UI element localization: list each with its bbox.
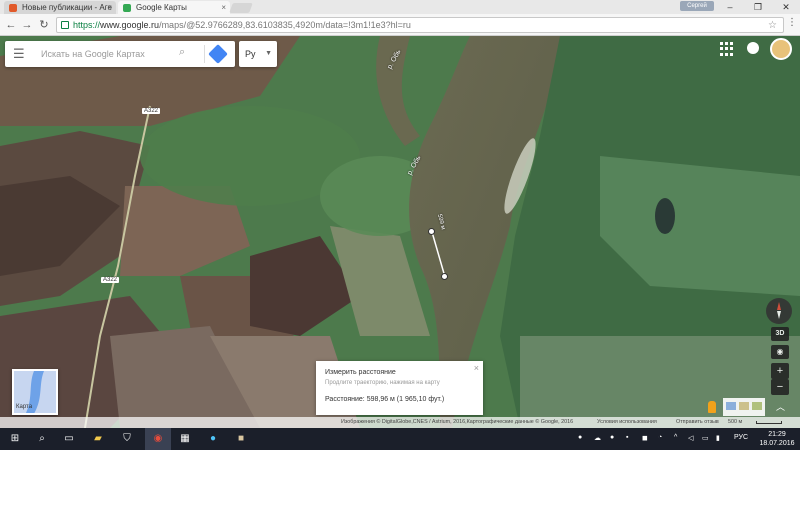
browser-toolbar: ← → ↻ https://www.google.ru/maps/@52.976… [0,14,800,36]
tab-close-icon[interactable]: × [221,1,226,14]
file-explorer-icon[interactable]: ▰ [91,432,105,446]
road-label: А322 [142,108,161,114]
scale-label: 500 м [728,419,743,425]
calculator-icon[interactable]: ▦ [178,432,192,446]
battery-icon[interactable]: ▮ [716,434,720,442]
zoom-in-button[interactable]: + [771,363,789,379]
layer-thumbnail[interactable] [752,402,762,410]
scale-bar [756,421,782,424]
address-bar[interactable]: https://www.google.ru/maps/@52.9766289,8… [56,17,784,33]
zoom-out-button[interactable]: − [771,379,789,395]
tab-favicon-icon [123,4,131,12]
language-label: Ру [245,49,256,59]
store-icon[interactable]: ⛉ [120,432,134,446]
menu-hamburger-icon[interactable]: ☰ [13,47,25,61]
imagery-attribution: Изображения © DigitalGlobe,CNES / Astriu… [341,419,574,425]
measure-start-point[interactable] [428,228,435,235]
layer-thumbnail[interactable] [739,402,749,410]
url-text: https://www.google.ru/maps/@52.9766289,8… [73,20,411,30]
tab-close-icon[interactable]: × [107,1,112,14]
volume-icon[interactable]: ◁ [688,434,693,442]
measure-distance-value: Расстояние: 598,96 м (1 965,10 фут.) [325,396,445,403]
feedback-link[interactable]: Отправить отзыв [676,417,719,428]
tab-google-maps[interactable]: Google Карты × [118,1,230,14]
chrome-menu-icon[interactable]: ⋮ [787,17,797,28]
clock-date: 18.07.2016 [759,440,795,447]
map-attribution: Изображения © DigitalGlobe,CNES / Astriu… [0,417,800,428]
measure-end-point[interactable] [441,273,448,280]
minimize-icon[interactable]: – [716,0,744,14]
tab-title: Новые публикации - Аге [22,3,112,12]
chevron-up-icon[interactable]: ︿ [776,400,785,413]
minimap-label: Карта [16,404,33,410]
notifications-icon[interactable] [747,42,759,54]
tray-icon[interactable]: ▪ [626,434,628,441]
language-selector[interactable]: Ру ▼ [239,41,277,67]
divider [204,45,205,63]
compass-icon[interactable] [766,298,792,324]
reload-icon[interactable]: ↻ [37,18,51,32]
windows-start-icon[interactable]: ⊞ [8,432,22,446]
my-location-icon[interactable]: ◉ [771,345,789,359]
network-icon[interactable]: ▭ [702,434,709,442]
terms-link[interactable]: Условия использования [597,417,657,428]
tray-icon[interactable]: ● [578,434,582,441]
search-icon[interactable]: ⌕ [35,432,49,446]
app-icon[interactable]: ● [206,432,220,446]
directions-icon[interactable] [208,44,228,64]
tab-new-publications[interactable]: Новые публикации - Аге × [4,1,116,14]
map-search-input[interactable] [41,46,171,62]
clock-time: 21:29 [768,431,786,438]
tab-favicon-icon [9,4,17,12]
chevron-down-icon: ▼ [265,50,272,57]
tray-icon[interactable]: ◼ [642,434,648,442]
search-icon[interactable]: ⌕ [179,46,185,59]
language-indicator[interactable]: РУС [734,434,748,441]
toggle-3d-button[interactable]: 3D [771,327,789,341]
app-icon[interactable]: ■ [234,432,248,446]
desktop-screen: Новые публикации - Аге × Google Карты × … [0,0,800,450]
lock-icon [61,21,69,29]
bookmark-star-icon[interactable]: ☆ [768,18,777,33]
apps-grid-icon[interactable] [720,42,734,56]
task-view-icon[interactable]: ▭ [62,432,76,446]
maximize-icon[interactable]: ❐ [744,0,772,14]
measure-card-title: Измерить расстояние [325,369,396,376]
layer-thumbnail[interactable] [726,402,736,410]
new-tab-button[interactable] [229,3,253,13]
measure-distance-card: Измерить расстояние Продлите траекторию,… [316,361,483,415]
chrome-icon[interactable]: ◉ [151,432,165,446]
browser-titlebar: Новые публикации - Аге × Google Карты × … [0,0,800,14]
satellite-map[interactable]: ☰ ⌕ Ру ▼ А322 А322 р. Обь р. Обь 599 м И… [0,36,800,428]
profile-button[interactable]: Сергей [680,1,714,11]
tray-icon[interactable]: ● [610,434,614,441]
tray-icon[interactable]: ◔ [658,434,662,441]
system-clock[interactable]: 21:29 18.07.2016 [758,430,796,448]
chevron-up-icon[interactable]: ^ [674,434,677,441]
pegman-icon[interactable] [708,401,716,413]
avatar[interactable] [770,38,792,60]
tray-icon[interactable]: ☁ [594,434,601,442]
measure-card-hint: Продлите траекторию, нажимая на карту [325,380,440,386]
forward-arrow-icon[interactable]: → [20,18,34,32]
close-window-icon[interactable]: ✕ [772,0,800,14]
road-label: А322 [101,277,120,283]
tab-title: Google Карты [136,3,187,12]
imagery-layers[interactable] [723,398,765,416]
windows-taskbar: ⊞ ⌕ ▭ ▰ ⛉ ◉ ▦ ● ■ ● ☁ ● ▪ ◼ ◔ ^ ◁ ▭ ▮ РУ… [0,428,800,450]
map-type-toggle[interactable]: Карта [12,369,58,415]
map-search-box: ☰ ⌕ [5,41,235,67]
back-arrow-icon[interactable]: ← [4,18,18,32]
close-icon[interactable]: × [474,363,479,373]
